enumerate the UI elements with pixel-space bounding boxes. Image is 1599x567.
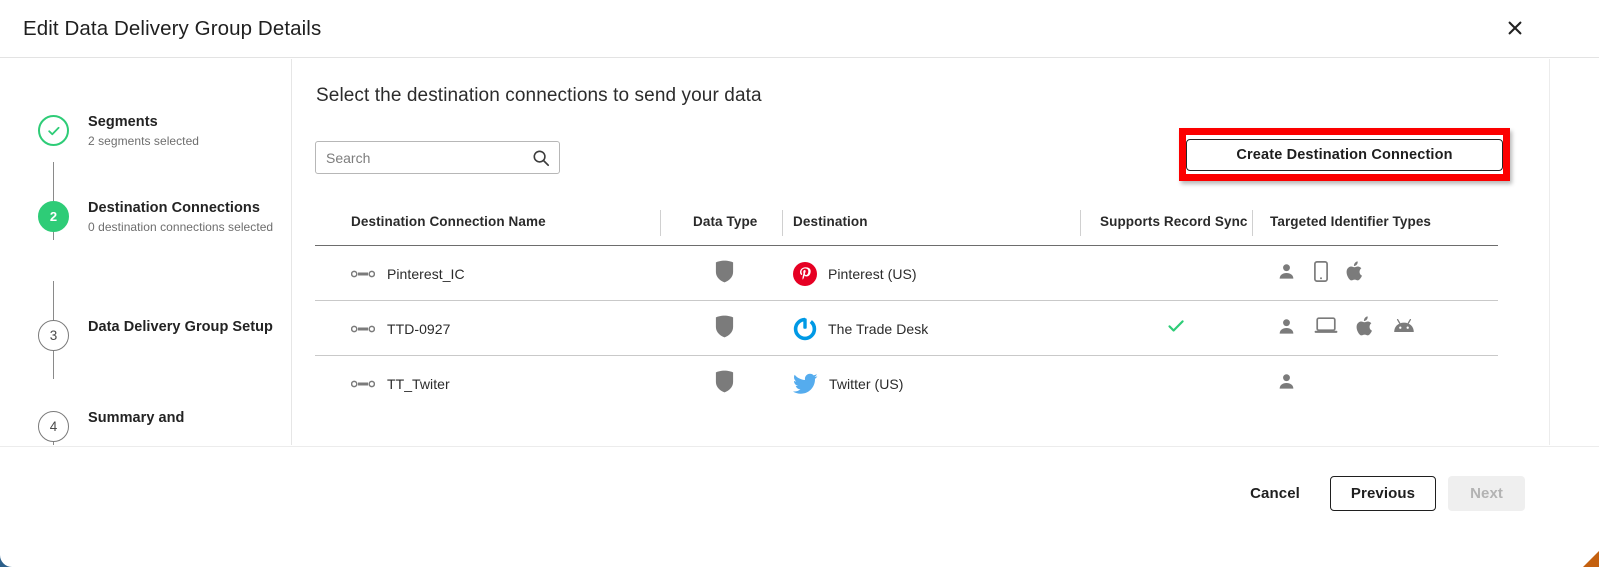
column-header-destination[interactable]: Destination [793, 214, 868, 229]
column-header-targeted-identifier-types[interactable]: Targeted Identifier Types [1270, 214, 1431, 229]
main-panel: Select the destination connections to se… [293, 59, 1550, 445]
step-2-label: Destination Connections [88, 200, 260, 216]
step-2-number: 2 [38, 201, 69, 232]
window-corner-artifact-right [1573, 545, 1599, 567]
cell-data-type [715, 246, 734, 301]
shield-icon [715, 315, 734, 343]
main-heading: Select the destination connections to se… [316, 85, 762, 106]
cell-supports-record-sync [1100, 301, 1252, 356]
step-3-label: Data Delivery Group Setup [88, 319, 273, 335]
person-icon [1277, 317, 1296, 341]
connection-name-text: TTD-0927 [387, 320, 451, 337]
cell-identifier-types [1277, 246, 1364, 301]
window-corner-artifact-left [0, 541, 26, 567]
connection-link-icon [351, 379, 375, 389]
cell-connection-name: TTD-0927 [351, 301, 450, 356]
cell-destination: Twitter (US) [793, 356, 904, 411]
twitter-logo [793, 373, 818, 395]
step-2-subtext: 0 destination connections selected [88, 219, 274, 234]
destination-connections-table: Destination Connection Name Data Type De… [315, 202, 1498, 411]
wizard-stepper: Segments 2 segments selected 2 Destinati… [0, 59, 292, 445]
column-header-data-type[interactable]: Data Type [693, 214, 757, 229]
connection-name-text: TT_Twiter [387, 375, 450, 392]
cell-identifier-types [1277, 356, 1296, 411]
column-divider-2 [782, 210, 783, 236]
create-destination-connection-button[interactable]: Create Destination Connection [1186, 139, 1503, 171]
step-1-label: Segments [88, 114, 158, 130]
column-divider-4 [1252, 210, 1253, 236]
modal-footer: Cancel Previous Next [0, 446, 1599, 556]
step-1-check-icon [38, 115, 69, 146]
cell-data-type [715, 356, 734, 411]
table-header-row: Destination Connection Name Data Type De… [315, 202, 1498, 246]
person-icon [1277, 372, 1296, 396]
cell-supports-record-sync [1100, 246, 1252, 301]
mobile-phone-icon [1314, 260, 1328, 287]
cell-connection-name: TT_Twiter [351, 356, 450, 411]
record-sync-check-icon [1166, 316, 1186, 341]
pinterest-logo [793, 261, 817, 286]
edit-data-delivery-group-modal: Edit Data Delivery Group Details Segment… [0, 0, 1599, 567]
cell-identifier-types [1277, 301, 1416, 356]
destination-name-text: Pinterest (US) [828, 265, 917, 282]
destination-name-text: The Trade Desk [828, 320, 929, 337]
modal-header: Edit Data Delivery Group Details [0, 0, 1599, 58]
table-row[interactable]: TT_Twiter Twitter (US) [315, 356, 1498, 411]
shield-icon [715, 370, 734, 398]
connection-link-icon [351, 324, 375, 334]
column-divider-3 [1080, 210, 1081, 236]
column-divider-1 [660, 210, 661, 236]
table-row[interactable]: TTD-0927 The Trade Desk [315, 301, 1498, 356]
destination-name-text: Twitter (US) [829, 375, 904, 392]
shield-icon [715, 260, 734, 288]
apple-icon [1346, 260, 1364, 287]
android-icon [1392, 318, 1416, 338]
right-gutter [1550, 59, 1599, 445]
connection-name-text: Pinterest_IC [387, 265, 465, 282]
step-4-label: Summary and [88, 410, 185, 426]
page-title: Edit Data Delivery Group Details [23, 17, 322, 40]
column-header-connection-name[interactable]: Destination Connection Name [351, 214, 546, 229]
step-3-number: 3 [38, 320, 69, 351]
cell-destination: The Trade Desk [793, 301, 928, 356]
laptop-icon [1314, 317, 1338, 340]
person-icon [1277, 262, 1296, 286]
step-1-subtext: 2 segments selected [88, 133, 200, 148]
step-4-number: 4 [38, 411, 69, 442]
cell-connection-name: Pinterest_IC [351, 246, 465, 301]
previous-button[interactable]: Previous [1329, 476, 1437, 511]
cell-data-type [715, 301, 734, 356]
trade-desk-logo [793, 317, 817, 341]
search-input[interactable] [316, 142, 516, 173]
column-header-supports-record-sync[interactable]: Supports Record Sync [1100, 214, 1248, 229]
apple-icon [1356, 315, 1374, 342]
close-icon[interactable] [1501, 14, 1529, 42]
search-box[interactable] [315, 141, 560, 174]
connection-link-icon [351, 269, 375, 279]
next-button: Next [1448, 476, 1525, 511]
search-icon[interactable] [532, 149, 550, 167]
table-row[interactable]: Pinterest_IC Pinterest (US) [315, 246, 1498, 301]
cell-destination: Pinterest (US) [793, 246, 917, 301]
cancel-button[interactable]: Cancel [1232, 477, 1318, 510]
cell-supports-record-sync [1100, 356, 1252, 411]
